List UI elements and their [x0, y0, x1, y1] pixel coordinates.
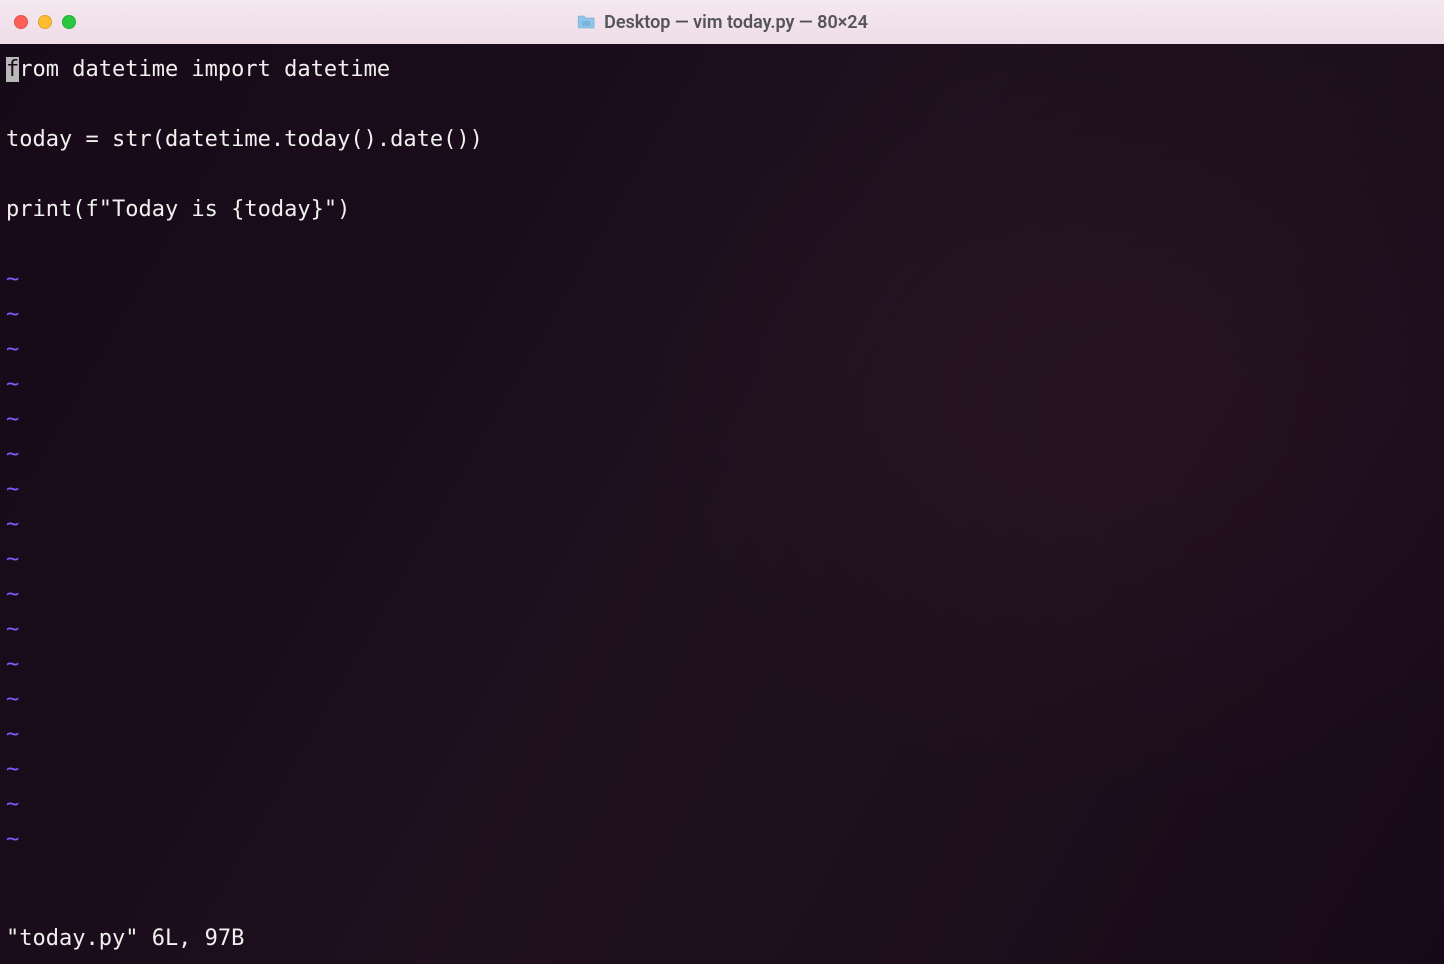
empty-line-tilde: ~	[6, 717, 1438, 752]
code-line	[6, 157, 1438, 192]
empty-line-tilde: ~	[6, 472, 1438, 507]
empty-line-tilde: ~	[6, 262, 1438, 297]
empty-line-tilde: ~	[6, 507, 1438, 542]
minimize-button[interactable]	[38, 15, 52, 29]
empty-line-tilde: ~	[6, 752, 1438, 787]
terminal-content: from datetime import datetime today = st…	[0, 44, 1444, 964]
terminal-body[interactable]: from datetime import datetime today = st…	[0, 44, 1444, 964]
empty-line-tilde: ~	[6, 682, 1438, 717]
status-line: "today.py" 6L, 97B	[6, 921, 1438, 956]
empty-line-tilde: ~	[6, 367, 1438, 402]
code-area: from datetime import datetime today = st…	[6, 52, 1438, 262]
empty-line-tilde: ~	[6, 437, 1438, 472]
code-line: print(f"Today is {today}")	[6, 192, 1438, 227]
window-title: Desktop — vim today.py — 80×24	[576, 12, 868, 33]
empty-line-tilde: ~	[6, 787, 1438, 822]
close-button[interactable]	[14, 15, 28, 29]
code-line: today = str(datetime.today().date())	[6, 122, 1438, 157]
empty-line-tilde: ~	[6, 332, 1438, 367]
empty-line-tilde: ~	[6, 542, 1438, 577]
cursor: f	[6, 57, 19, 82]
title-bar: Desktop — vim today.py — 80×24	[0, 0, 1444, 44]
traffic-lights	[14, 15, 76, 29]
folder-icon	[576, 14, 596, 30]
code-line: from datetime import datetime	[6, 52, 1438, 87]
window-title-text: Desktop — vim today.py — 80×24	[604, 12, 868, 33]
empty-line-tilde: ~	[6, 577, 1438, 612]
tilde-area: ~~~~~~~~~~~~~~~~~	[6, 262, 1438, 921]
zoom-button[interactable]	[62, 15, 76, 29]
empty-line-tilde: ~	[6, 297, 1438, 332]
empty-line-tilde: ~	[6, 647, 1438, 682]
empty-line-tilde: ~	[6, 822, 1438, 857]
empty-line-tilde: ~	[6, 402, 1438, 437]
code-line	[6, 227, 1438, 262]
empty-line-tilde: ~	[6, 612, 1438, 647]
code-line	[6, 87, 1438, 122]
